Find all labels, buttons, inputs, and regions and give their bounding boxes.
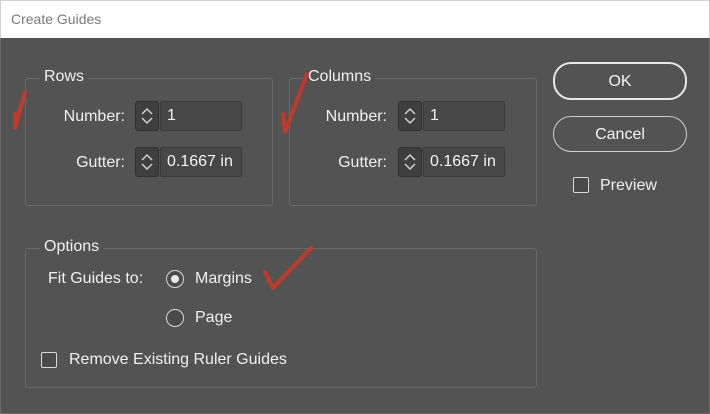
radio-margins-label[interactable]: Margins	[195, 270, 252, 288]
ok-button[interactable]: OK	[553, 62, 687, 100]
columns-number-label: Number:	[325, 108, 387, 125]
radio-page-label[interactable]: Page	[195, 309, 232, 327]
rows-legend: Rows	[40, 68, 89, 86]
columns-legend: Columns	[304, 68, 376, 86]
columns-number-spinner[interactable]	[398, 101, 422, 131]
create-guides-dialog: Rows Number: 1 Gutter: 0.1667 in Columns…	[0, 38, 710, 414]
rows-number-input[interactable]: 1	[160, 101, 242, 131]
radio-page[interactable]	[166, 309, 184, 327]
up-down-arrows-icon	[141, 153, 153, 171]
columns-gutter-spinner[interactable]	[398, 147, 422, 177]
remove-existing-checkbox[interactable]	[41, 352, 57, 368]
rows-gutter-spinner[interactable]	[135, 147, 159, 177]
up-down-arrows-icon	[404, 107, 416, 125]
columns-gutter-input[interactable]: 0.1667 in	[423, 147, 505, 177]
window-title: Create Guides	[11, 11, 102, 27]
rows-gutter-label: Gutter:	[76, 154, 125, 171]
rows-number-label: Number:	[63, 108, 125, 125]
up-down-arrows-icon	[141, 107, 153, 125]
cancel-button[interactable]: Cancel	[553, 116, 687, 152]
columns-gutter-label: Gutter:	[338, 154, 387, 171]
annotation-check-mark-rows	[13, 90, 27, 130]
columns-number-input[interactable]: 1	[423, 101, 505, 131]
radio-margins[interactable]	[166, 270, 184, 288]
up-down-arrows-icon	[404, 153, 416, 171]
radio-selected-dot	[171, 275, 179, 283]
title-bar: Create Guides	[0, 0, 710, 38]
columns-group: Columns	[289, 68, 537, 206]
annotation-check-mark-margins	[263, 246, 313, 290]
preview-label[interactable]: Preview	[600, 177, 657, 195]
preview-checkbox[interactable]	[573, 177, 589, 193]
rows-number-spinner[interactable]	[135, 101, 159, 131]
remove-existing-label[interactable]: Remove Existing Ruler Guides	[69, 351, 287, 369]
options-legend: Options	[40, 238, 104, 256]
rows-group: Rows	[25, 68, 273, 206]
rows-gutter-input[interactable]: 0.1667 in	[160, 147, 242, 177]
fit-guides-label: Fit Guides to:	[48, 270, 144, 287]
annotation-check-mark-columns	[281, 72, 309, 134]
